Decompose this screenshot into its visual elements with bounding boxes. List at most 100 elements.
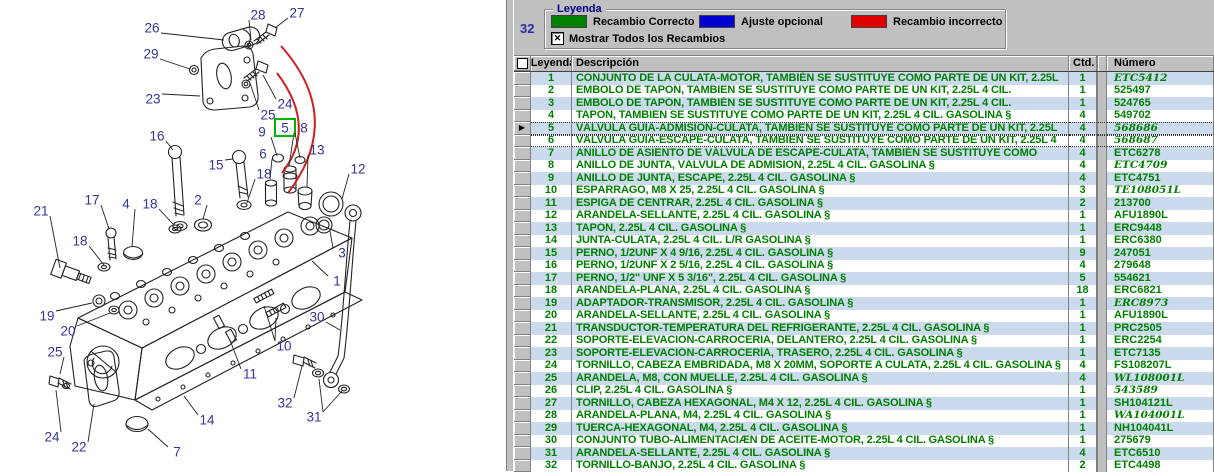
column-header-ctd[interactable]: Ctd. <box>1069 56 1097 71</box>
callout-2[interactable]: 2 <box>194 193 202 208</box>
cell-descripcion[interactable]: ARANDELA-SELLANTE, 2.25L 4 CIL. GASOLINA… <box>572 447 1069 460</box>
cell-numero[interactable]: ETC6510 <box>1107 447 1214 460</box>
cell-ctd[interactable]: 18 <box>1069 285 1097 298</box>
cell-numero[interactable]: SH104121L <box>1107 397 1214 410</box>
row-selector[interactable] <box>514 422 531 435</box>
cell-leyenda[interactable]: 16 <box>531 260 572 273</box>
cell-leyenda[interactable]: 13 <box>531 222 572 235</box>
row-selector[interactable] <box>514 397 531 410</box>
callout-18[interactable]: 18 <box>256 167 271 182</box>
cell-ctd[interactable]: 4 <box>1069 360 1097 373</box>
cell-descripcion[interactable]: PERNO, 1/2" UNF X 5 3/16", 2.25L 4 CIL. … <box>572 272 1069 285</box>
table-row[interactable]: 19ADAPTADOR-TRANSMISOR, 2.25L 4 CIL. GAS… <box>514 297 1214 310</box>
cell-leyenda[interactable]: 21 <box>531 322 572 335</box>
row-selector[interactable] <box>514 385 531 398</box>
table-row[interactable]: 16PERNO, 1/2UNF X 2 5/16, 2.25L 4 CIL. G… <box>514 260 1214 273</box>
callout-24[interactable]: 24 <box>277 97 293 112</box>
cell-leyenda[interactable]: 28 <box>531 410 572 423</box>
callout-16[interactable]: 16 <box>149 129 164 144</box>
cell-leyenda[interactable]: 25 <box>531 372 572 385</box>
row-selector[interactable] <box>514 447 531 460</box>
cell-ctd[interactable]: 9 <box>1069 247 1097 260</box>
callout-1[interactable]: 1 <box>333 274 341 289</box>
cell-descripcion[interactable]: ARANDELA-SELLANTE, 2.25L 4 CIL. GASOLINA… <box>572 310 1069 323</box>
cell-ctd[interactable]: 1 <box>1069 335 1097 348</box>
cell-numero[interactable]: 213700 <box>1107 197 1214 210</box>
cell-leyenda[interactable]: 17 <box>531 272 572 285</box>
panel-splitter[interactable] <box>506 0 514 471</box>
cell-ctd[interactable]: 4 <box>1069 160 1097 173</box>
cell-numero[interactable]: 568687 <box>1107 135 1214 148</box>
cell-leyenda[interactable]: 2 <box>531 85 572 98</box>
cell-descripcion[interactable]: TORNILLO, CABEZA EMBRIDADA, M8 X 20MM, S… <box>572 360 1069 373</box>
table-row[interactable]: 21TRANSDUCTOR-TEMPERATURA DEL REFRIGERAN… <box>514 322 1214 335</box>
row-selector[interactable] <box>514 310 531 323</box>
cell-descripcion[interactable]: TUERCA-HEXAGONAL, M4, 2.25L 4 CIL. GASOL… <box>572 422 1069 435</box>
callout-25[interactable]: 25 <box>260 108 275 123</box>
cell-leyenda[interactable]: 14 <box>531 235 572 248</box>
callout-10[interactable]: 10 <box>276 339 291 354</box>
cell-ctd[interactable]: 1 <box>1069 397 1097 410</box>
column-header-descripcion[interactable]: Descripción <box>572 56 1069 71</box>
cell-numero[interactable]: ETC4498 <box>1107 460 1214 473</box>
cell-leyenda[interactable]: 12 <box>531 210 572 223</box>
callout-28[interactable]: 28 <box>250 8 265 23</box>
cell-leyenda[interactable]: 31 <box>531 447 572 460</box>
cell-leyenda[interactable]: 11 <box>531 197 572 210</box>
cell-descripcion[interactable]: VÁLVULA GUÍA-ESCAPE-CULATA, TAMBIÉN SE S… <box>572 135 1069 148</box>
cell-descripcion[interactable]: PERNO, 1/2UNF X 2 5/16, 2.25L 4 CIL. GAS… <box>572 260 1069 273</box>
cell-ctd[interactable]: 1 <box>1069 310 1097 323</box>
cell-numero[interactable]: PRC2505 <box>1107 322 1214 335</box>
cell-descripcion[interactable]: ADAPTADOR-TRANSMISOR, 2.25L 4 CIL. GASOL… <box>572 297 1069 310</box>
row-selector[interactable] <box>514 297 531 310</box>
cell-descripcion[interactable]: EMBOLO DE TAPÓN, TAMBIÉN SE SUSTITUYE CO… <box>572 85 1069 98</box>
callout-27[interactable]: 27 <box>289 6 304 21</box>
row-selector[interactable] <box>514 435 531 448</box>
cell-numero[interactable]: ETC4751 <box>1107 172 1214 185</box>
cell-leyenda[interactable]: 26 <box>531 385 572 398</box>
callout-9[interactable]: 9 <box>258 125 266 140</box>
row-selector[interactable] <box>514 285 531 298</box>
cell-ctd[interactable]: 1 <box>1069 435 1097 448</box>
callout-8[interactable]: 8 <box>300 121 308 136</box>
row-selector[interactable] <box>514 347 531 360</box>
row-selector[interactable] <box>514 97 531 110</box>
table-row[interactable]: 32TORNILLO-BANJO, 2.25L 4 CIL. GASOLINA … <box>514 460 1214 473</box>
checkbox-icon[interactable]: ✕ <box>551 32 564 45</box>
cell-leyenda[interactable]: 9 <box>531 172 572 185</box>
cell-numero[interactable]: ETC4709 <box>1107 160 1214 173</box>
cell-numero[interactable]: ETC7135 <box>1107 347 1214 360</box>
table-row[interactable]: 24TORNILLO, CABEZA EMBRIDADA, M8 X 20MM,… <box>514 360 1214 373</box>
cell-descripcion[interactable]: CONJUNTO TUBO-ALIMENTACIÆN DE ACEITE-MOT… <box>572 435 1069 448</box>
callout-6[interactable]: 6 <box>259 147 267 162</box>
cell-ctd[interactable]: 1 <box>1069 347 1097 360</box>
cell-leyenda[interactable]: 1 <box>531 72 572 85</box>
table-row[interactable]: 11ESPIGA DE CENTRAR, 2.25L 4 CIL. GASOLI… <box>514 197 1214 210</box>
callout-18[interactable]: 18 <box>72 234 87 249</box>
callout-5[interactable]: 5 <box>281 121 289 136</box>
cell-leyenda[interactable]: 20 <box>531 310 572 323</box>
cell-descripcion[interactable]: EMBOLO DE TAPÓN, TAMBIÉN SE SUSTITUYE CO… <box>572 97 1069 110</box>
table-row[interactable]: 18ARANDELA-PLANA, 2.25L 4 CIL. GASOLINA … <box>514 285 1214 298</box>
cell-ctd[interactable]: 4 <box>1069 122 1097 135</box>
cell-numero[interactable]: 275679 <box>1107 435 1214 448</box>
row-selector[interactable] <box>514 222 531 235</box>
cell-ctd[interactable]: 1 <box>1069 222 1097 235</box>
cell-numero[interactable]: 568686 <box>1107 122 1214 135</box>
cell-leyenda[interactable]: 27 <box>531 397 572 410</box>
row-selector[interactable] <box>514 235 531 248</box>
table-row[interactable]: 27TORNILLO, CABEZA HEXAGONAL, M4 X 12, 2… <box>514 397 1214 410</box>
cell-leyenda[interactable]: 15 <box>531 247 572 260</box>
column-header-numero[interactable]: Número <box>1107 56 1214 71</box>
table-row[interactable]: 8ANILLO DE JUNTA, VÁLVULA DE ADMISIÓN, 2… <box>514 160 1214 173</box>
cell-leyenda[interactable]: 7 <box>531 147 572 160</box>
cell-descripcion[interactable]: TORNILLO-BANJO, 2.25L 4 CIL. GASOLINA § <box>572 460 1069 473</box>
row-selector[interactable] <box>514 85 531 98</box>
row-selector[interactable] <box>514 72 531 85</box>
cell-descripcion[interactable]: CONJUNTO DE LA CULATA-MOTOR, TAMBIÉN SE … <box>572 72 1069 85</box>
row-selector[interactable] <box>514 335 531 348</box>
cell-ctd[interactable]: 4 <box>1069 260 1097 273</box>
row-selector[interactable] <box>514 110 531 123</box>
cell-ctd[interactable]: 4 <box>1069 110 1097 123</box>
cell-numero[interactable]: WL108001L <box>1107 372 1214 385</box>
